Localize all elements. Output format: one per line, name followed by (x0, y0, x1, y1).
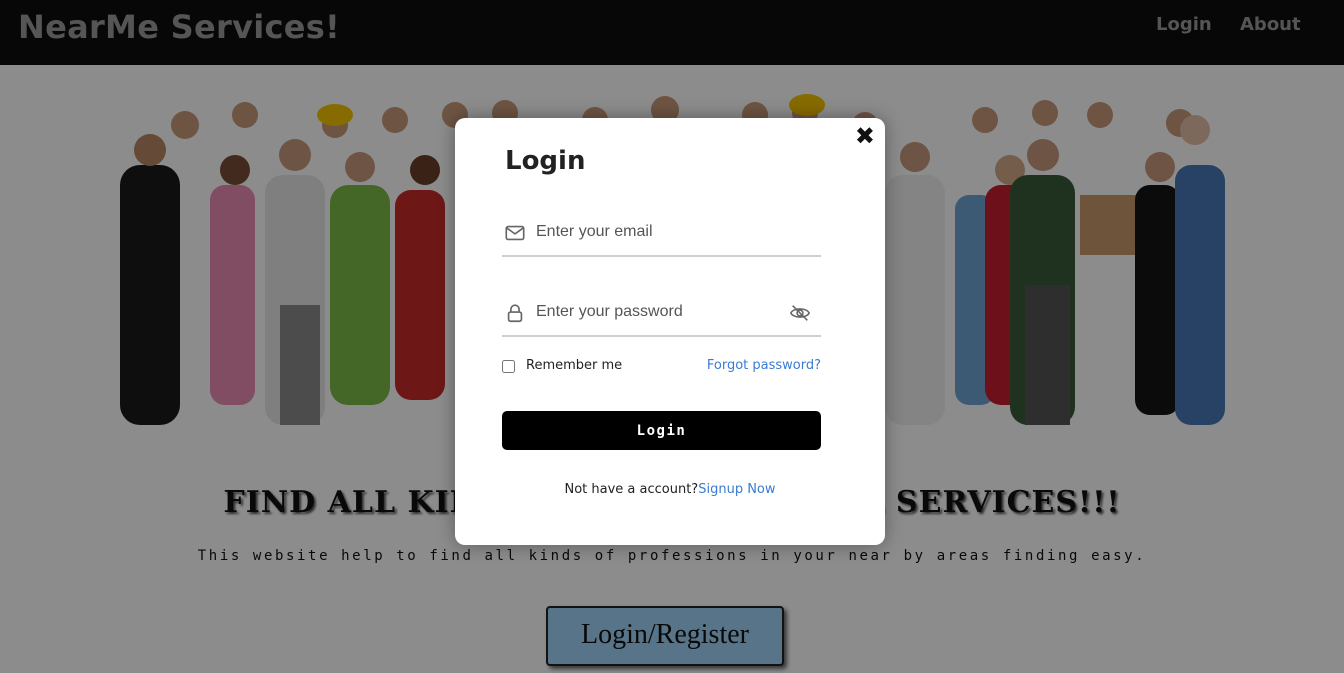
password-input[interactable] (536, 297, 776, 327)
signup-prompt: Not have a account? (564, 482, 699, 497)
login-modal: ✖ Login Remember me Forgot password? Log… (455, 118, 885, 545)
forgot-password-link[interactable]: Forgot password? (707, 358, 821, 373)
lock-icon (507, 304, 523, 323)
remember-checkbox[interactable] (502, 360, 515, 373)
login-button[interactable]: Login (502, 411, 821, 450)
signup-link[interactable]: Signup Now (698, 482, 775, 497)
close-icon[interactable]: ✖ (855, 122, 875, 150)
email-input[interactable] (536, 217, 776, 247)
email-field (502, 213, 821, 257)
modal-title: Login (505, 146, 586, 176)
remember-label: Remember me (526, 358, 623, 373)
envelope-icon (505, 225, 525, 241)
signup-row: Not have a account?Signup Now (455, 482, 885, 497)
eye-slash-icon[interactable] (789, 302, 811, 324)
password-field (502, 293, 821, 337)
